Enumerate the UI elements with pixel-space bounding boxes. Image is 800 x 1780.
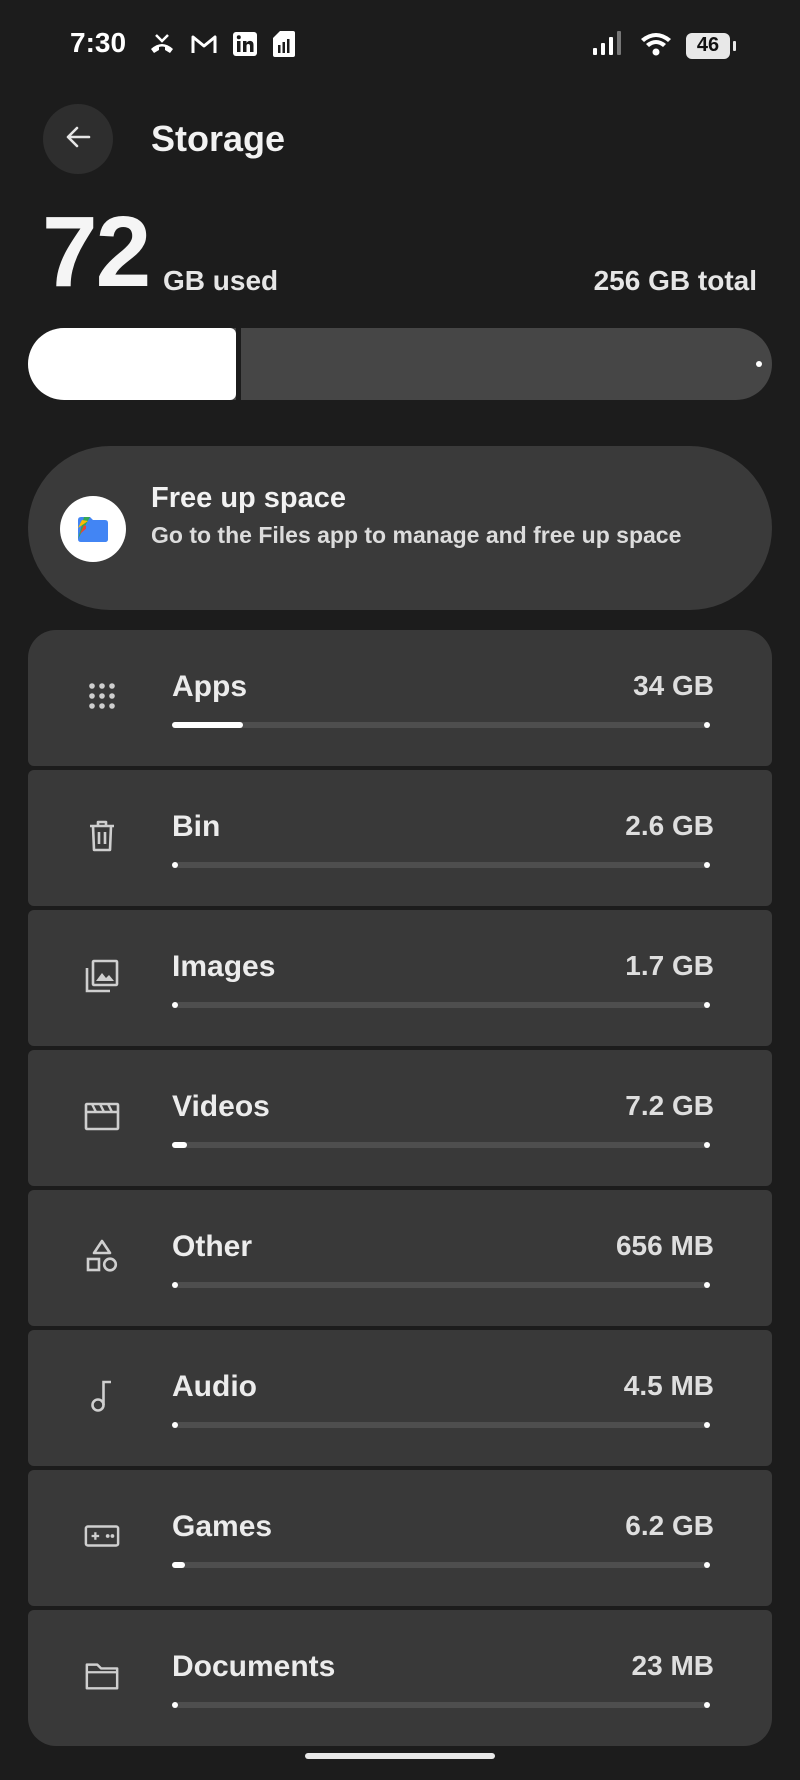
video-clapper-icon xyxy=(84,1098,120,1134)
category-label: Images xyxy=(172,950,276,983)
category-label: Other xyxy=(172,1230,253,1263)
category-size: 6.2 GB xyxy=(625,1510,714,1541)
category-usage-bar xyxy=(172,1562,710,1568)
free-up-title: Free up space xyxy=(151,482,347,514)
apps-grid-icon xyxy=(84,678,120,714)
category-size: 2.6 GB xyxy=(625,810,714,841)
category-size: 4.5 MB xyxy=(623,1370,714,1401)
free-up-subtitle: Go to the Files app to manage and free u… xyxy=(151,522,682,548)
category-label: Videos xyxy=(172,1090,270,1123)
used-storage-label: GB used xyxy=(163,265,279,296)
shapes-icon xyxy=(84,1238,120,1274)
system-icons: 46 xyxy=(592,30,736,61)
total-storage-label: 256 GB total xyxy=(593,265,757,296)
category-size: 656 MB xyxy=(615,1230,714,1261)
missed-call-icon xyxy=(148,32,176,61)
category-usage-bar xyxy=(172,1702,710,1708)
folder-icon xyxy=(84,1658,120,1694)
category-usage-bar xyxy=(172,1002,710,1008)
back-button[interactable] xyxy=(43,104,113,174)
status-bar: 7:30 46 xyxy=(0,0,800,90)
arrow-back-icon xyxy=(63,122,93,157)
music-note-icon xyxy=(84,1378,120,1414)
sim-icon xyxy=(272,30,296,63)
storage-bar-end-dot xyxy=(756,361,762,367)
signal-icon xyxy=(592,30,626,61)
category-usage-bar xyxy=(172,1282,710,1288)
category-label: Apps xyxy=(172,670,247,703)
storage-bar-fill xyxy=(28,328,236,400)
category-label: Bin xyxy=(172,810,221,843)
storage-usage-bar xyxy=(28,328,772,400)
files-app-icon xyxy=(60,496,126,562)
storage-bar-divider xyxy=(236,328,241,400)
used-storage-value: 72 xyxy=(42,196,151,308)
battery-indicator: 46 xyxy=(686,32,736,59)
gmail-icon xyxy=(190,33,218,60)
gamepad-icon xyxy=(84,1518,120,1554)
category-other[interactable]: Other 656 MB xyxy=(28,1190,772,1326)
category-label: Games xyxy=(172,1510,273,1543)
linkedin-icon xyxy=(232,31,258,62)
notification-icons xyxy=(148,30,296,63)
category-label: Documents xyxy=(172,1650,336,1683)
home-indicator[interactable] xyxy=(305,1753,495,1759)
category-size: 1.7 GB xyxy=(625,950,714,981)
category-audio[interactable]: Audio 4.5 MB xyxy=(28,1330,772,1466)
category-games[interactable]: Games 6.2 GB xyxy=(28,1470,772,1606)
category-usage-bar xyxy=(172,722,710,728)
category-apps[interactable]: Apps 34 GB xyxy=(28,630,772,766)
page-title: Storage xyxy=(151,118,286,159)
category-label: Audio xyxy=(172,1370,257,1403)
free-up-space-card[interactable]: Free up space Go to the Files app to man… xyxy=(28,446,772,610)
category-size: 7.2 GB xyxy=(625,1090,714,1121)
status-time: 7:30 xyxy=(70,27,127,58)
storage-category-list: Apps 34 GB Bin 2.6 GB Images 1.7 GB Vide… xyxy=(28,630,772,1750)
category-images[interactable]: Images 1.7 GB xyxy=(28,910,772,1046)
category-videos[interactable]: Videos 7.2 GB xyxy=(28,1050,772,1186)
category-usage-bar xyxy=(172,1142,710,1148)
category-size: 23 MB xyxy=(631,1650,714,1681)
images-icon xyxy=(84,958,120,994)
category-documents[interactable]: Documents 23 MB xyxy=(28,1610,772,1746)
category-usage-bar xyxy=(172,862,710,868)
category-usage-bar xyxy=(172,1422,710,1428)
category-bin[interactable]: Bin 2.6 GB xyxy=(28,770,772,906)
category-size: 34 GB xyxy=(633,670,714,701)
trash-icon xyxy=(84,818,120,854)
wifi-icon xyxy=(640,30,672,61)
